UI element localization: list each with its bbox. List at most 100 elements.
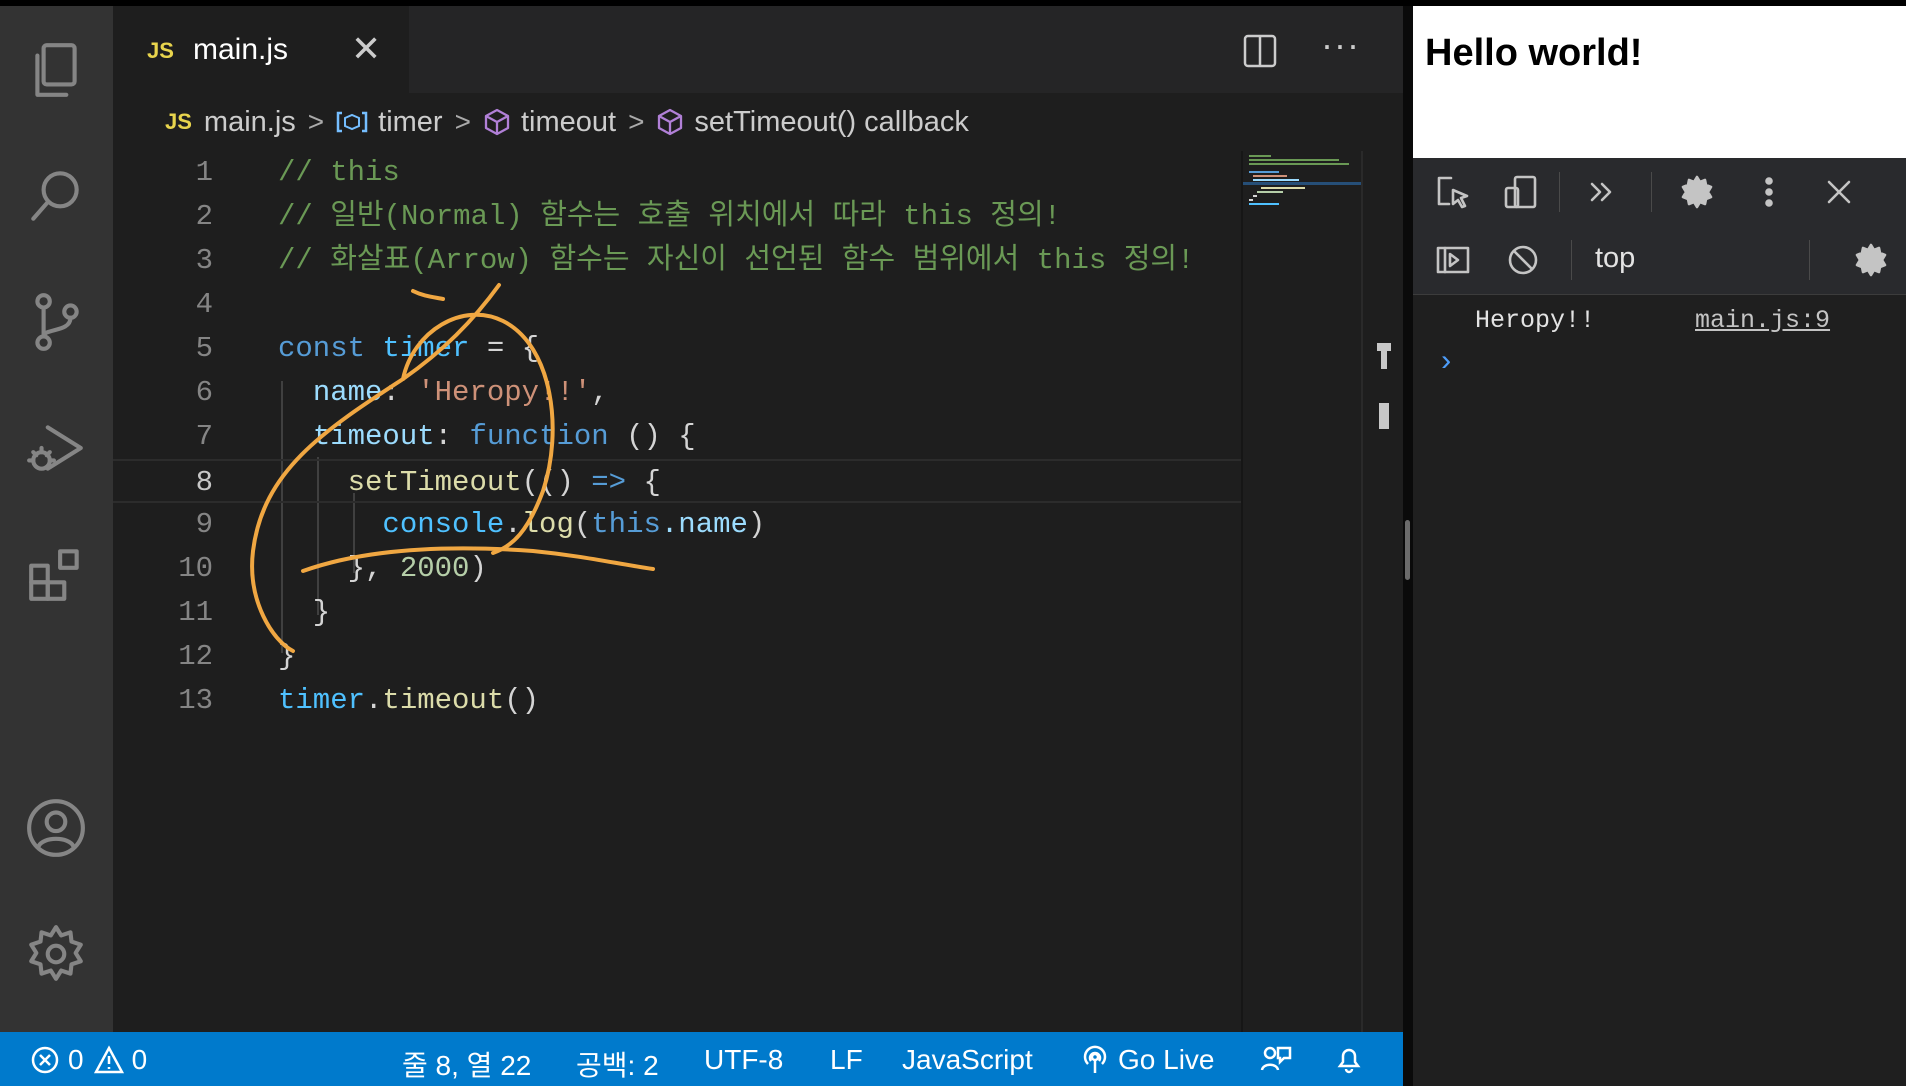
split-editor-icon[interactable]	[1243, 34, 1277, 68]
code-line: 9 console.log(this.name)	[113, 503, 1241, 547]
code-text: }	[278, 596, 331, 629]
code-line-current: 8 setTimeout(() => {	[113, 459, 1241, 503]
language-mode[interactable]: JavaScript	[902, 1044, 1033, 1076]
close-devtools-icon[interactable]	[1821, 174, 1857, 210]
toolbar-separator	[1571, 240, 1572, 280]
explorer-icon[interactable]	[20, 34, 92, 106]
feedback-icon[interactable]	[1260, 1044, 1292, 1074]
editor-tab-bar: JS main.js ✕ ···	[113, 6, 1403, 93]
minimap[interactable]	[1241, 151, 1363, 1032]
line-number: 9	[195, 508, 213, 541]
show-sidebar-icon[interactable]	[1435, 242, 1471, 278]
line-number: 3	[195, 244, 213, 277]
breadcrumb-item-timer[interactable]: timer	[378, 106, 442, 139]
toolbar-separator	[1809, 240, 1810, 280]
line-number: 10	[178, 552, 213, 585]
warning-icon	[93, 1045, 124, 1074]
code-line: 12}	[113, 635, 1241, 679]
more-tabs-chevron-icon[interactable]	[1583, 174, 1619, 210]
inspect-element-icon[interactable]	[1435, 174, 1471, 210]
code-line: 13 timer.timeout()	[113, 679, 1241, 723]
extensions-icon[interactable]	[20, 538, 92, 610]
chevron-right-icon: >	[454, 106, 471, 137]
console-toolbar: top	[1413, 226, 1906, 295]
console-message: Heropy!! main.js:9	[1413, 294, 1906, 344]
go-live-label: Go Live	[1118, 1044, 1215, 1075]
error-icon	[31, 1046, 59, 1074]
breadcrumb-file[interactable]: main.js	[204, 106, 296, 139]
eol-setting[interactable]: LF	[830, 1044, 863, 1076]
line-number: 13	[178, 684, 213, 717]
console-message-source-link[interactable]: main.js:9	[1695, 306, 1830, 335]
code-line: 10 }, 2000)	[113, 547, 1241, 591]
device-toolbar-icon[interactable]	[1503, 174, 1539, 210]
execution-context-select[interactable]: top	[1595, 242, 1635, 275]
breadcrumb-item-timeout[interactable]: timeout	[521, 106, 616, 139]
code-text: // this	[278, 156, 400, 189]
go-live-button[interactable]: Go Live	[1080, 1044, 1215, 1076]
editor-scrollbar[interactable]	[1361, 151, 1405, 1032]
broadcast-icon	[1083, 1045, 1107, 1073]
line-number: 11	[178, 596, 213, 629]
warning-count: 0	[131, 1044, 148, 1075]
code-text: console.log(this.name)	[382, 508, 766, 541]
method-cube-icon	[484, 108, 510, 136]
indentation-setting[interactable]: 공백: 2	[576, 1044, 659, 1084]
status-bar: 0 0 줄 8, 열 22 공백: 2 UTF-8 LF JavaScript …	[0, 1032, 1403, 1086]
toolbar-separator	[1559, 172, 1560, 212]
devtools-settings-gear-icon[interactable]	[1679, 174, 1715, 210]
code-text: name: 'Heropy!!',	[312, 376, 609, 409]
code-line: 3 // 화살표(Arrow) 함수는 자신이 선언된 함수 범위에서 this …	[113, 239, 1241, 283]
search-icon[interactable]	[20, 160, 92, 232]
problems-indicator[interactable]: 0 0	[30, 1044, 147, 1076]
code-line: 7 timeout: function () {	[113, 415, 1241, 459]
minimap-preview	[1243, 155, 1363, 205]
code-line: 5 const timer = {	[113, 327, 1241, 371]
encoding-setting[interactable]: UTF-8	[704, 1044, 783, 1076]
console-prompt[interactable]: ›	[1437, 346, 1455, 380]
error-count: 0	[68, 1044, 84, 1075]
notifications-bell-icon[interactable]	[1334, 1044, 1364, 1074]
kebab-menu-icon[interactable]	[1751, 174, 1787, 210]
chevron-right-icon: >	[628, 106, 645, 137]
run-debug-icon[interactable]	[20, 412, 92, 484]
clear-console-icon[interactable]	[1505, 242, 1541, 278]
cursor-position-marker	[1379, 403, 1389, 429]
account-icon[interactable]	[20, 792, 92, 864]
breadcrumb-item-callback[interactable]: setTimeout() callback	[694, 106, 969, 139]
breadcrumb: JS main.js > timer > timeout > setTimeou…	[113, 93, 1403, 151]
code-line: 2 // 일반(Normal) 함수는 호출 위치에서 따라 this 정의!	[113, 195, 1241, 239]
code-editor[interactable]: 1 // this 2 // 일반(Normal) 함수는 호출 위치에서 따라 t…	[113, 151, 1241, 1032]
activity-bar	[0, 6, 113, 1032]
javascript-file-icon: JS	[165, 109, 192, 134]
code-line: 1 // this	[113, 151, 1241, 195]
resize-handle[interactable]	[1405, 520, 1410, 580]
line-number: 5	[195, 332, 213, 365]
code-text: const timer = {	[278, 332, 540, 365]
method-cube-icon	[658, 108, 683, 136]
line-number: 7	[195, 420, 213, 453]
line-number: 2	[195, 200, 213, 233]
settings-gear-icon[interactable]	[20, 918, 92, 990]
close-tab-icon[interactable]: ✕	[351, 28, 381, 70]
line-number: 8	[195, 466, 213, 499]
vscode-window: JS main.js ✕ ··· JS main.js > timer > ti…	[0, 6, 1405, 1086]
scroll-marker	[1381, 347, 1387, 369]
code-text: // 일반(Normal) 함수는 호출 위치에서 따라 this 정의!	[278, 200, 1062, 233]
chevron-right-icon: >	[307, 106, 325, 137]
tab-title: main.js	[193, 33, 289, 66]
line-number: 6	[195, 376, 213, 409]
console-message-text: Heropy!!	[1475, 306, 1596, 335]
toolbar-separator	[1651, 172, 1652, 212]
devtools-toolbar	[1413, 158, 1906, 227]
code-text: setTimeout(() => {	[347, 466, 661, 499]
code-text: timer.timeout()	[278, 684, 540, 717]
code-line: 6 name: 'Heropy!!',	[113, 371, 1241, 415]
tab-main-js[interactable]: JS main.js ✕	[113, 6, 409, 93]
page-heading: Hello world!	[1425, 32, 1643, 74]
more-actions-icon[interactable]: ···	[1321, 24, 1360, 66]
cursor-position[interactable]: 줄 8, 열 22	[402, 1044, 531, 1084]
console-settings-gear-icon[interactable]	[1853, 242, 1889, 278]
source-control-icon[interactable]	[20, 286, 92, 358]
code-text: }, 2000)	[278, 552, 487, 585]
